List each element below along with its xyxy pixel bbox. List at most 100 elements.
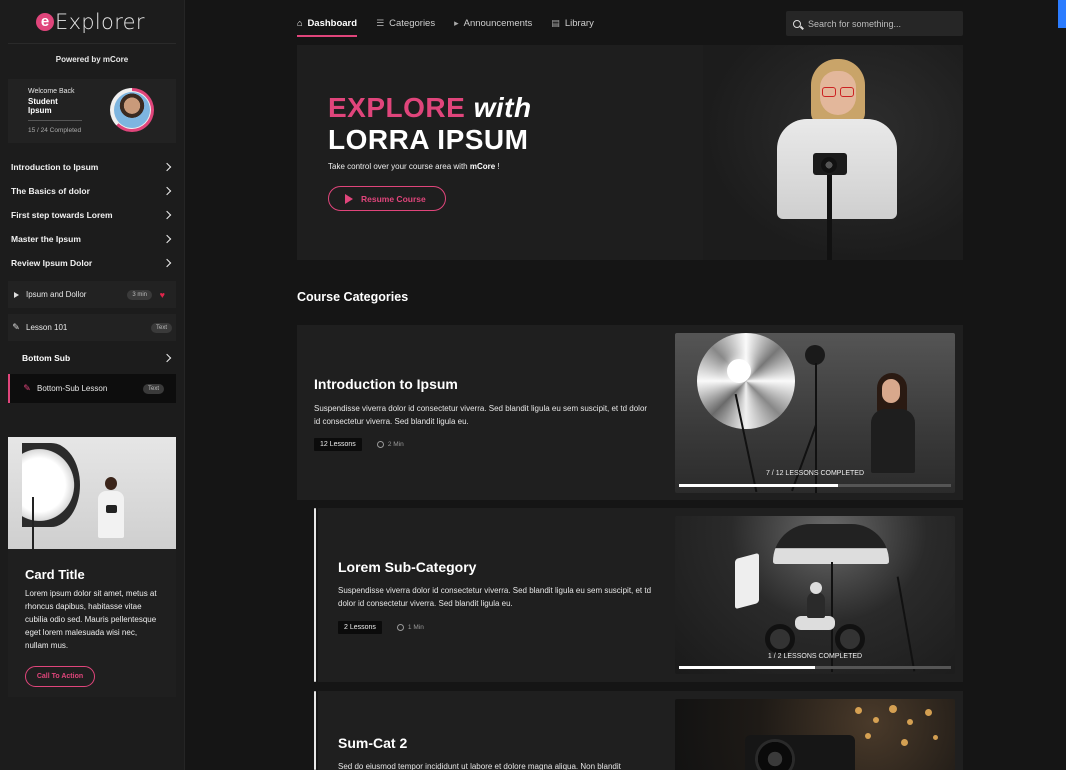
chevron-right-icon xyxy=(162,258,172,268)
duration-text: 2 Min xyxy=(387,441,404,448)
play-icon xyxy=(345,193,353,204)
resume-course-button[interactable]: Resume Course xyxy=(328,186,446,211)
section-title: Course Categories xyxy=(297,290,409,304)
course-duration: 2 Min xyxy=(376,441,404,448)
sub-category-border xyxy=(314,508,316,682)
lesson-item-ipsum-dollor[interactable]: Ipsum and Dollor 3 min ♥ xyxy=(8,281,176,308)
megaphone-icon: ▸ xyxy=(454,17,459,28)
course-duration: 1 Min xyxy=(396,624,424,631)
library-icon: ▤ xyxy=(551,17,560,28)
home-icon: ⌂ xyxy=(297,18,303,28)
course-title: Sum-Cat 2 xyxy=(338,735,408,751)
progress-fill xyxy=(679,484,838,487)
course-image: 1 / 2 LESSONS COMPLETED xyxy=(675,516,955,674)
chevron-right-icon xyxy=(162,234,172,244)
chevron-right-icon xyxy=(162,186,172,196)
hero-subtitle-brand: mCore xyxy=(469,162,496,171)
hero-photo xyxy=(775,57,905,260)
hero-title-accent: EXPLORE xyxy=(328,92,466,123)
call-to-action-button[interactable]: Call To Action xyxy=(25,666,95,687)
duration-badge: 3 min xyxy=(127,289,152,300)
chevron-right-icon xyxy=(162,353,172,363)
tab-categories[interactable]: ☰ Categories xyxy=(376,10,435,36)
sub-category-border xyxy=(314,691,316,770)
tab-label: Categories xyxy=(389,17,436,29)
welcome-user: Student Ipsum xyxy=(28,97,82,121)
type-badge: Text xyxy=(142,383,164,394)
pencil-icon: ✎ xyxy=(23,383,31,393)
tab-label: Announcements xyxy=(463,17,533,29)
clock-icon xyxy=(376,441,384,448)
avatar xyxy=(114,92,150,128)
course-card-sum-cat-2[interactable]: Sum-Cat 2 Sed do eiusmod tempor incididu… xyxy=(318,691,963,770)
card-title: Card Title xyxy=(25,567,85,582)
course-image: 7 / 12 LESSONS COMPLETED xyxy=(675,333,955,493)
progress-label: 7 / 12 LESSONS COMPLETED xyxy=(765,470,865,477)
lesson-item-101[interactable]: ✎ Lesson 101 Text xyxy=(8,314,176,341)
tab-label: Library xyxy=(564,17,594,29)
search-icon xyxy=(793,19,801,28)
menu-item-label: The Basics of dolor xyxy=(11,186,90,196)
progress-bar xyxy=(679,484,951,487)
menu-item-label: Review Ipsum Dolor xyxy=(11,258,93,268)
course-card-introduction[interactable]: Introduction to Ipsum Suspendisse viverr… xyxy=(297,325,963,500)
lessons-count-badge: 2 Lessons xyxy=(338,621,382,634)
progress-bar xyxy=(679,666,951,669)
list-icon: ☰ xyxy=(376,17,385,28)
tab-dashboard[interactable]: ⌂ Dashboard xyxy=(297,10,358,37)
logo-text: Explorer xyxy=(55,9,145,34)
hero-subtitle-suffix: ! xyxy=(495,162,500,171)
progress-fill xyxy=(679,666,815,669)
avatar-progress-ring[interactable] xyxy=(110,88,154,132)
menu-item-review[interactable]: Review Ipsum Dolor xyxy=(0,251,184,275)
sub-menu-bottom-sub[interactable]: Bottom Sub xyxy=(0,346,184,370)
hero-title: EXPLORE with LORRA IPSUM xyxy=(328,92,532,156)
menu-item-introduction[interactable]: Introduction to Ipsum xyxy=(0,155,184,179)
pencil-icon: ✎ xyxy=(12,322,20,332)
clock-icon xyxy=(396,624,404,631)
hero-subtitle-text: Take control over your course area with xyxy=(328,162,468,171)
course-description: Sed do eiusmod tempor incididunt ut labo… xyxy=(338,762,621,770)
lesson-item-bottom-sub[interactable]: ✎ Bottom-Sub Lesson Text xyxy=(8,374,176,403)
card-text: Lorem ipsum dolor sit amet, metus at rho… xyxy=(25,589,157,650)
menu-item-master[interactable]: Master the Ipsum xyxy=(0,227,184,251)
top-nav: ⌂ Dashboard ☰ Categories ▸ Announcements ▤ L… xyxy=(297,10,613,37)
welcome-greeting: Welcome Back xyxy=(28,88,75,95)
tab-library[interactable]: ▤ Library xyxy=(551,10,594,36)
lesson-label: Lesson 101 xyxy=(26,323,68,332)
menu-item-first-step[interactable]: First step towards Lorem xyxy=(0,203,184,227)
lesson-label: Ipsum and Dollor xyxy=(26,290,87,299)
hero-banner: EXPLORE with LORRA IPSUM Take control ov… xyxy=(297,45,963,260)
progress-label: 1 / 2 LESSONS COMPLETED xyxy=(767,653,863,660)
duration-text: 1 Min xyxy=(407,624,424,631)
search-placeholder: Search for something... xyxy=(808,18,902,29)
menu-item-label: Master the Ipsum xyxy=(11,234,81,244)
sub-menu-label: Bottom Sub xyxy=(22,353,71,363)
promo-card: Card Title Lorem ipsum dolor sit amet, m… xyxy=(8,437,176,697)
hero-title-main: LORRA IPSUM xyxy=(328,124,529,155)
course-title: Lorem Sub-Category xyxy=(338,559,477,575)
powered-by: Powered by mCore xyxy=(55,55,129,64)
type-badge: Text xyxy=(150,322,172,333)
heart-icon[interactable]: ♥ xyxy=(160,290,165,300)
lessons-count-badge: 12 Lessons xyxy=(314,438,362,451)
tab-announcements[interactable]: ▸ Announcements xyxy=(454,10,532,36)
menu-item-basics[interactable]: The Basics of dolor xyxy=(0,179,184,203)
play-icon xyxy=(11,291,21,298)
course-menu: Introduction to Ipsum The Basics of dolo… xyxy=(0,155,184,275)
tab-label: Dashboard xyxy=(307,17,358,29)
course-description: Suspendisse viverra dolor id consectetur… xyxy=(338,586,652,608)
logo[interactable]: e Explorer xyxy=(8,0,176,44)
menu-item-label: First step towards Lorem xyxy=(11,210,113,220)
hero-title-with: with xyxy=(473,92,532,123)
course-title: Introduction to Ipsum xyxy=(314,376,458,392)
course-image xyxy=(675,699,955,770)
chevron-right-icon xyxy=(162,162,172,172)
course-card-lorem-sub[interactable]: Lorem Sub-Category Suspendisse viverra d… xyxy=(318,508,963,682)
lesson-label: Bottom-Sub Lesson xyxy=(37,384,108,393)
search-input[interactable]: Search for something... xyxy=(786,11,963,36)
logo-mark: e xyxy=(36,12,54,31)
course-description: Suspendisse viverra dolor id consectetur… xyxy=(314,404,648,426)
welcome-panel: Welcome Back Student Ipsum 15 / 24 Compl… xyxy=(8,79,176,143)
sidebar: e Explorer Powered by mCore Welcome Back… xyxy=(0,0,185,770)
